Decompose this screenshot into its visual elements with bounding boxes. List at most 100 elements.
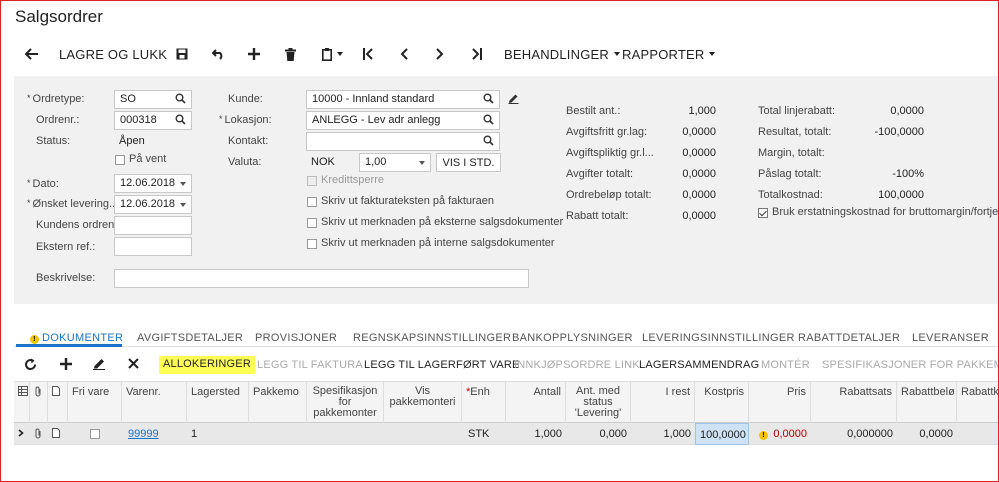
tab-payment-settings[interactable]: BANKOPPLYSNINGER bbox=[512, 332, 633, 344]
grid-header: Fri vare Varenr. Lagersted Pakkemo Spesi… bbox=[14, 381, 998, 424]
tab-tax-details[interactable]: AVGIFTSDETALJER bbox=[137, 332, 243, 344]
on-hold-label: På vent bbox=[129, 153, 167, 165]
tab-documents[interactable]: ! DOKUMENTER bbox=[30, 332, 123, 344]
save-button[interactable] bbox=[171, 39, 193, 69]
row-note[interactable] bbox=[48, 423, 68, 445]
table-row[interactable]: 99999 1 STK 1,000 0,000 1,000 100,0000 !… bbox=[14, 423, 998, 445]
margin-total-label: Margin, totalt: bbox=[758, 147, 825, 159]
currency-label: Valuta: bbox=[228, 156, 262, 168]
copy-paste-menu[interactable] bbox=[315, 39, 349, 69]
chevron-right-icon bbox=[18, 429, 24, 437]
tab-shipments[interactable]: LEVERANSER bbox=[912, 332, 989, 344]
print-external-note-label: Skriv ut merknaden på eksterne salgsdoku… bbox=[321, 216, 564, 228]
first-record-button[interactable] bbox=[357, 39, 379, 69]
chevron-down-icon bbox=[709, 52, 716, 56]
add-invoice-button[interactable]: LEGG TIL FAKTURA bbox=[257, 359, 363, 371]
location-field[interactable]: ANLEGG - Lev adr anlegg bbox=[306, 111, 500, 130]
prev-record-button[interactable] bbox=[393, 39, 415, 69]
item-nr-cell[interactable]: 99999 bbox=[124, 423, 187, 445]
inventory-summary-button[interactable]: LAGERSAMMENDRAG bbox=[639, 359, 759, 371]
tab-discount-details[interactable]: RABATTDETALJER bbox=[798, 332, 900, 344]
profit-total-label: Resultat, totalt: bbox=[758, 126, 832, 138]
edit-row-button[interactable] bbox=[93, 358, 106, 373]
add-button[interactable] bbox=[243, 39, 265, 69]
kit-header: Pakkemo bbox=[249, 382, 307, 424]
customer-ordernr-field[interactable] bbox=[114, 216, 192, 235]
page-title: Salgsordrer bbox=[15, 7, 103, 26]
edit-customer-button[interactable] bbox=[508, 93, 519, 107]
ordertype-field[interactable]: SO bbox=[114, 90, 192, 109]
ordernr-field[interactable]: 000318 bbox=[114, 111, 192, 130]
on-hold-checkbox[interactable] bbox=[115, 155, 125, 165]
print-internal-note-checkbox[interactable] bbox=[307, 239, 317, 249]
item-nr-link[interactable]: 99999 bbox=[128, 428, 159, 440]
discount-pct-header: Rabattsats bbox=[811, 382, 897, 424]
tab-shipping-settings[interactable]: LEVERINGSINNSTILLINGER bbox=[642, 332, 795, 344]
search-icon bbox=[175, 114, 186, 125]
requested-date-field[interactable]: 12.06.2018 bbox=[114, 195, 192, 214]
qty-cell[interactable]: 1,000 bbox=[506, 423, 566, 445]
markup-total-value: -100% bbox=[892, 168, 924, 180]
tab-commissions[interactable]: PROVISJONER bbox=[255, 332, 337, 344]
kit-spec-header: Spesifikasjon for pakkemonter bbox=[307, 382, 384, 424]
close-icon bbox=[128, 358, 139, 369]
reports-menu[interactable]: RAPPORTER bbox=[622, 39, 716, 69]
discount-code-header: Rabattko bbox=[961, 386, 998, 398]
free-item-checkbox[interactable] bbox=[90, 429, 100, 439]
add-row-button[interactable] bbox=[60, 358, 72, 373]
delete-button[interactable] bbox=[279, 39, 301, 69]
undo-button[interactable] bbox=[207, 39, 229, 69]
qty-header: Antall bbox=[506, 382, 566, 424]
date-field[interactable]: 12.06.2018 bbox=[114, 174, 192, 193]
line-discount-label: Total linjerabatt: bbox=[758, 105, 836, 117]
currency-rate-field[interactable]: 1,00 bbox=[359, 153, 431, 172]
ordernr-label: Ordrenr.: bbox=[36, 114, 80, 126]
discount-amt-cell[interactable]: 0,0000 bbox=[897, 423, 957, 445]
grid-settings-icon bbox=[18, 386, 28, 396]
kit-specs-button[interactable]: SPESIFIKASJONER FOR PAKKEMONTERI bbox=[822, 359, 998, 371]
last-record-button[interactable] bbox=[465, 39, 487, 69]
external-ref-label: Ekstern ref.: bbox=[36, 241, 96, 253]
replacement-cost-checkbox[interactable] bbox=[758, 208, 768, 218]
ordertype-value: SO bbox=[120, 93, 136, 105]
view-base-currency-button[interactable]: VIS I STD. bbox=[436, 153, 501, 172]
price-cell[interactable]: 0,0000 bbox=[749, 423, 811, 445]
delete-row-button[interactable] bbox=[128, 358, 139, 372]
profit-total-value: -100,0000 bbox=[874, 126, 924, 138]
uom-cell[interactable]: STK bbox=[464, 423, 506, 445]
uom-header-label: Enh bbox=[470, 386, 490, 398]
warehouse-cell[interactable]: 1 bbox=[187, 423, 249, 445]
discount-pct-cell[interactable]: 0,000000 bbox=[811, 423, 897, 445]
contact-label: Kontakt: bbox=[228, 135, 269, 147]
print-invoice-note-checkbox[interactable] bbox=[307, 197, 317, 207]
next-record-button[interactable] bbox=[429, 39, 451, 69]
back-button[interactable] bbox=[19, 39, 45, 69]
po-link-button[interactable]: INNKJØPSORDRE LINK bbox=[514, 359, 640, 371]
attachment-header bbox=[30, 382, 48, 424]
print-external-note-checkbox[interactable] bbox=[307, 218, 317, 228]
processes-menu[interactable]: BEHANDLINGER bbox=[504, 39, 620, 69]
markup-total-label: Påslag totalt: bbox=[758, 168, 822, 180]
pencil-icon bbox=[508, 94, 519, 104]
external-ref-field[interactable] bbox=[114, 237, 192, 256]
row-attachment[interactable] bbox=[30, 423, 48, 445]
chevron-down-icon bbox=[613, 52, 620, 56]
cost-cell[interactable]: 100,0000 bbox=[695, 423, 749, 445]
add-stock-item-button[interactable]: LEGG TIL LAGERFØRT VARE bbox=[364, 359, 520, 371]
save-close-button[interactable]: LAGRE OG LUKK bbox=[59, 39, 167, 69]
customer-field[interactable]: 10000 - Innland standard bbox=[306, 90, 500, 109]
note-header bbox=[48, 382, 68, 424]
column-settings-header[interactable] bbox=[14, 382, 30, 424]
requested-date-value: 12.06.2018 bbox=[120, 198, 176, 210]
customer-value: 10000 - Innland standard bbox=[312, 93, 435, 105]
row-selector[interactable] bbox=[14, 423, 30, 445]
tab-financial-settings[interactable]: REGNSKAPSINNSTILLINGER bbox=[353, 332, 511, 344]
contact-field[interactable] bbox=[306, 132, 500, 151]
print-invoice-note-label: Skriv ut fakturateksten på fakturaen bbox=[321, 195, 495, 207]
description-field[interactable] bbox=[114, 269, 529, 288]
price-header: Pris bbox=[749, 382, 811, 424]
allocations-button[interactable]: ALLOKERINGER bbox=[159, 356, 255, 374]
description-label: Beskrivelse: bbox=[36, 272, 96, 284]
refresh-button[interactable] bbox=[24, 358, 37, 374]
configure-button[interactable]: MONTÉR bbox=[761, 359, 810, 371]
